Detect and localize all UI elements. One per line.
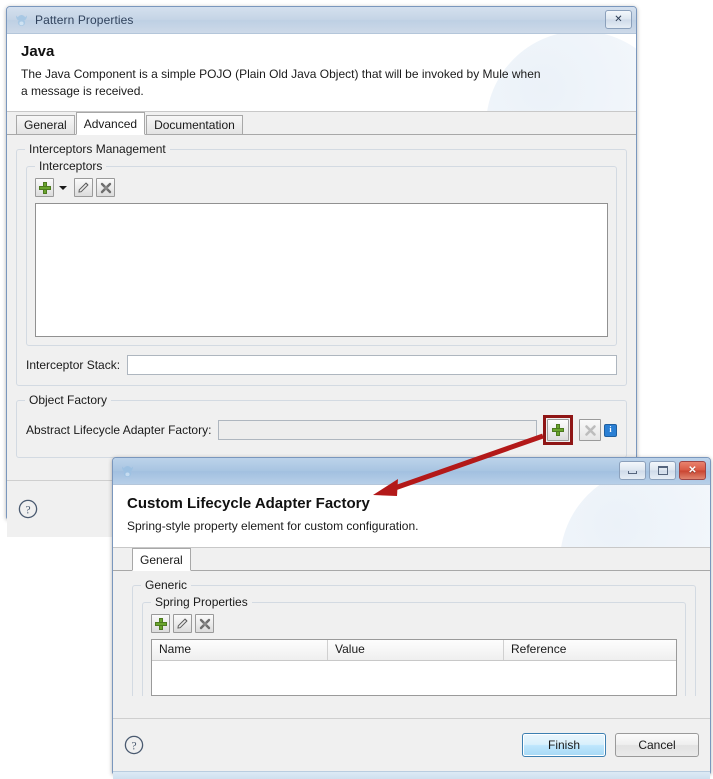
- interceptor-stack-input[interactable]: [127, 355, 617, 376]
- spring-properties-edit-button[interactable]: [173, 614, 192, 634]
- help-question-icon[interactable]: ?: [18, 499, 38, 519]
- close-icon: ✕: [614, 13, 623, 25]
- svg-text:?: ?: [25, 504, 30, 516]
- spring-properties-table[interactable]: Name Value Reference: [151, 639, 677, 697]
- minimize-icon: [628, 471, 637, 474]
- custom-lifecycle-adapter-factory-dialog: ✕ Custom Lifecycle Adapter Factory Sprin…: [112, 457, 711, 779]
- maximize-icon: [657, 466, 668, 475]
- edit-pencil-icon: [78, 182, 89, 193]
- pattern-properties-title-text: Pattern Properties: [35, 13, 134, 27]
- column-header-reference[interactable]: Reference: [504, 640, 676, 661]
- clear-x-icon: [584, 424, 596, 436]
- window-bottom-glass-strip: [113, 771, 710, 779]
- spring-properties-group: Spring Properties Name Value Reference: [142, 595, 686, 697]
- page-title: Java: [21, 43, 55, 60]
- delete-icon: [100, 182, 111, 193]
- spring-properties-toolbar: [151, 614, 677, 634]
- object-factory-group: Object Factory Abstract Lifecycle Adapte…: [16, 393, 627, 459]
- generic-group-label: Generic: [141, 578, 192, 593]
- generic-group: Generic Spring Properties Name Value Ref…: [132, 578, 696, 697]
- page-description: The Java Component is a simple POJO (Pla…: [21, 67, 541, 99]
- pattern-properties-titlebar[interactable]: Pattern Properties ✕: [7, 7, 636, 34]
- help-question-icon[interactable]: ?: [124, 735, 144, 755]
- maximize-button[interactable]: [649, 461, 676, 480]
- abstract-lifecycle-adapter-factory-row: Abstract Lifecycle Adapter Factory: i: [26, 415, 617, 446]
- close-icon: ✕: [688, 464, 697, 476]
- general-tab-panel: Generic Spring Properties Name Value Ref…: [113, 571, 710, 719]
- table-header-row: Name Value Reference: [152, 640, 676, 662]
- mule-logo-icon: [13, 12, 30, 29]
- finish-button[interactable]: Finish: [522, 733, 606, 758]
- interceptor-stack-row: Interceptor Stack:: [26, 355, 617, 376]
- add-button-highlight: [543, 415, 573, 446]
- interceptors-edit-button[interactable]: [74, 178, 93, 198]
- tab-general[interactable]: General: [132, 548, 191, 572]
- spring-properties-add-button[interactable]: [151, 614, 170, 634]
- interceptor-stack-label: Interceptor Stack:: [26, 358, 121, 373]
- info-badge[interactable]: i: [604, 423, 617, 437]
- object-factory-clear-button[interactable]: [579, 419, 601, 442]
- interceptors-add-button[interactable]: [35, 178, 54, 198]
- pattern-properties-dialog: Pattern Properties ✕ Java The Java Compo…: [6, 6, 637, 538]
- abstract-lifecycle-adapter-factory-input[interactable]: [218, 420, 537, 441]
- close-button[interactable]: ✕: [605, 10, 632, 29]
- mule-logo-icon: [119, 463, 136, 480]
- custom-lifecycle-tabstrip: General: [113, 548, 710, 572]
- custom-lifecycle-header: Custom Lifecycle Adapter Factory Spring-…: [113, 485, 710, 549]
- column-header-value[interactable]: Value: [328, 640, 504, 661]
- interceptors-management-group: Interceptors Management Interceptors Int…: [16, 142, 627, 387]
- add-plus-icon: [552, 424, 564, 437]
- interceptors-group: Interceptors: [26, 159, 617, 347]
- advanced-tab-panel: Interceptors Management Interceptors Int…: [7, 135, 636, 481]
- custom-lifecycle-window-buttons: ✕: [619, 461, 706, 480]
- object-factory-group-label: Object Factory: [25, 393, 112, 408]
- interceptors-listbox[interactable]: [35, 203, 608, 338]
- add-plus-icon: [38, 181, 51, 194]
- pattern-properties-header: Java The Java Component is a simple POJO…: [7, 34, 636, 113]
- interceptors-management-group-label: Interceptors Management: [25, 142, 170, 157]
- tab-advanced[interactable]: Advanced: [75, 112, 146, 136]
- pattern-properties-tabstrip: General Advanced Documentation: [7, 112, 636, 136]
- close-button[interactable]: ✕: [679, 461, 706, 480]
- tab-general[interactable]: General: [16, 115, 75, 135]
- page-description: Spring-style property element for custom…: [127, 519, 419, 533]
- interceptors-group-label: Interceptors: [35, 159, 107, 174]
- interceptors-toolbar: [35, 178, 608, 198]
- custom-lifecycle-footer: ? Finish Cancel: [113, 718, 710, 772]
- spring-properties-delete-button[interactable]: [195, 614, 214, 634]
- edit-pencil-icon: [177, 618, 188, 629]
- object-factory-add-button[interactable]: [547, 419, 569, 442]
- chevron-down-icon[interactable]: [59, 185, 67, 190]
- table-body[interactable]: [152, 661, 676, 696]
- spring-properties-group-label: Spring Properties: [151, 595, 252, 610]
- page-title: Custom Lifecycle Adapter Factory: [127, 495, 370, 512]
- cancel-button[interactable]: Cancel: [615, 733, 699, 758]
- interceptors-delete-button[interactable]: [96, 178, 115, 198]
- pattern-properties-window-buttons: ✕: [605, 10, 632, 29]
- abstract-lifecycle-adapter-factory-label: Abstract Lifecycle Adapter Factory:: [26, 423, 212, 438]
- delete-icon: [199, 618, 210, 629]
- tab-documentation[interactable]: Documentation: [146, 115, 243, 135]
- custom-lifecycle-titlebar[interactable]: ✕: [113, 458, 710, 485]
- minimize-button[interactable]: [619, 461, 646, 480]
- svg-text:?: ?: [131, 740, 136, 752]
- column-header-name[interactable]: Name: [152, 640, 328, 661]
- add-plus-icon: [154, 617, 167, 630]
